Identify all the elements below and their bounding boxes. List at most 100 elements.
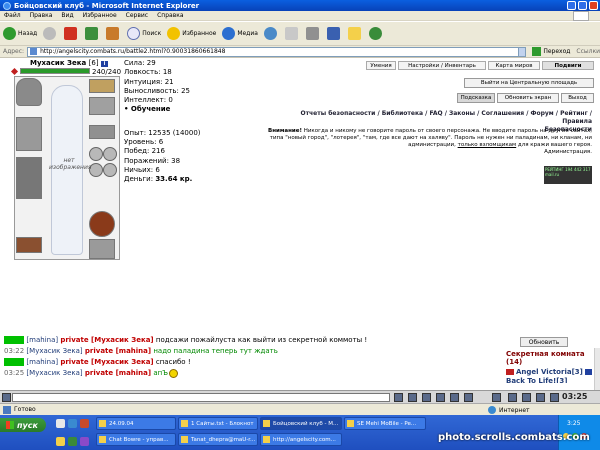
menu-help[interactable]: Справка xyxy=(157,12,183,19)
smiles-icon[interactable] xyxy=(450,393,459,402)
taskbar-item[interactable]: SE Mehi MoBile - Pe... xyxy=(344,417,426,430)
menu-edit[interactable]: Правка xyxy=(30,12,53,19)
sound-icon[interactable] xyxy=(464,393,473,402)
menu-file[interactable]: Файл xyxy=(4,12,21,19)
amulet-slot[interactable] xyxy=(89,79,115,93)
refresh-screen-button[interactable]: Обновить экран xyxy=(497,93,559,103)
rating-counter[interactable]: РЕЙТИНГ 194 442 317 mail.ru xyxy=(544,166,592,184)
taskbar-item[interactable]: http://angelscity.com... xyxy=(260,433,342,446)
taskbar-item[interactable]: Бойцовский клуб - M... xyxy=(260,417,342,430)
room-refresh-button[interactable]: Обновить xyxy=(520,337,568,347)
quicklaunch-icon[interactable] xyxy=(68,419,77,428)
close-button[interactable] xyxy=(589,1,598,10)
chat-nick[interactable]: [mahina] xyxy=(26,358,58,366)
weapon-slot[interactable] xyxy=(16,117,42,151)
menu-view[interactable]: Вид xyxy=(61,12,73,19)
messenger-button[interactable] xyxy=(368,27,384,40)
links-button[interactable]: Ссылки xyxy=(576,48,600,55)
exit-button[interactable]: Выход xyxy=(561,93,594,103)
forward-button[interactable] xyxy=(43,27,58,40)
learning-link[interactable]: • Обучение xyxy=(124,105,201,114)
chat-message: подсажи пожайлуста как выйти из секретно… xyxy=(155,336,368,344)
window-title: Бойцовский клуб - Microsoft Internet Exp… xyxy=(14,1,200,10)
player-name[interactable]: Мухасик Зека xyxy=(30,59,86,67)
favorites-label: Избранное xyxy=(182,30,217,37)
chat-private-target[interactable]: private [mahina] xyxy=(85,369,151,377)
room-scrollbar[interactable] xyxy=(594,348,600,390)
menu-tools[interactable]: Сервис xyxy=(126,12,148,19)
translit-icon[interactable] xyxy=(436,393,445,402)
minimize-button[interactable] xyxy=(567,1,576,10)
chat-input[interactable] xyxy=(12,393,390,402)
tab-world-map[interactable]: Карта миров xyxy=(488,61,540,70)
gloves-slot[interactable] xyxy=(89,97,115,115)
hint-button[interactable]: Подсказка xyxy=(457,93,495,103)
quicklaunch-icon[interactable] xyxy=(80,419,89,428)
quicklaunch-icon[interactable] xyxy=(68,437,77,446)
ring-slot[interactable] xyxy=(103,163,117,177)
go-button[interactable]: Переход xyxy=(532,47,570,56)
site-links-line[interactable]: Отчеты безопасности / Библиотека / FAQ /… xyxy=(300,110,592,126)
boots-slot[interactable] xyxy=(89,239,115,259)
home-button[interactable] xyxy=(106,27,121,40)
maximize-button[interactable] xyxy=(578,1,587,10)
no-image-label: нет изображения xyxy=(49,157,92,171)
history-button[interactable] xyxy=(263,27,279,40)
settings-icon[interactable] xyxy=(492,393,501,402)
chat-option-icon[interactable] xyxy=(522,393,531,402)
clear-icon[interactable] xyxy=(408,393,417,402)
belt-slot[interactable] xyxy=(16,237,42,253)
chat-option-icon[interactable] xyxy=(508,393,517,402)
chat-nick[interactable]: [Мухасик Зека] xyxy=(26,347,82,355)
back-label: Назад xyxy=(18,30,38,37)
address-dropdown-icon[interactable] xyxy=(518,46,527,57)
quicklaunch-icon[interactable] xyxy=(56,419,65,428)
tab-skills[interactable]: Умения xyxy=(366,61,396,70)
room-user[interactable]: Back To Life![3] xyxy=(506,377,568,383)
print-button[interactable] xyxy=(305,27,321,40)
player-info-icon[interactable]: i xyxy=(101,61,109,67)
chat-option-icon[interactable] xyxy=(536,393,545,402)
address-input[interactable]: http://angelscity.combats.ru/battle2.htm… xyxy=(27,46,527,57)
taskbar-item[interactable]: 24.09.04 xyxy=(96,417,176,430)
media-button[interactable]: Медиа xyxy=(222,27,258,40)
user-info-icon[interactable] xyxy=(584,369,592,375)
taskbar-item[interactable]: 1 Сайты.txt - Блокнот xyxy=(178,417,258,430)
filter-icon[interactable] xyxy=(422,393,431,402)
bracer-slot[interactable] xyxy=(89,125,115,139)
chat-option-icon[interactable] xyxy=(550,393,559,402)
ring-slot[interactable] xyxy=(103,147,117,161)
taskbar-item[interactable]: Chat Bоwre - управ... xyxy=(96,433,176,446)
exit-to-square-button[interactable]: Выйти на Центральную площадь xyxy=(464,78,594,88)
taskbar-item[interactable]: Tanat_dhepra@maU-r... xyxy=(178,433,258,446)
quicklaunch-icon[interactable] xyxy=(56,437,65,446)
edit-button[interactable] xyxy=(326,27,342,40)
chat-nick[interactable]: [mahina] xyxy=(26,336,58,344)
stop-button[interactable] xyxy=(64,27,79,40)
back-button[interactable]: Назад xyxy=(3,27,37,40)
chat-private-target[interactable]: private [mahina] xyxy=(85,347,151,355)
favorites-button[interactable]: Избранное xyxy=(167,27,216,40)
chat-private-target[interactable]: private [Мухасик Зека] xyxy=(60,336,153,344)
room-user[interactable]: Angel Victoria[3] xyxy=(506,368,592,376)
room-title: Секретная комната xyxy=(506,350,585,358)
shield-slot[interactable] xyxy=(89,211,115,237)
helmet-slot[interactable] xyxy=(16,78,42,106)
ring-slot[interactable] xyxy=(89,147,103,161)
tab-settings-inventory[interactable]: Настройки / Инвентарь xyxy=(398,61,486,70)
armor-slot[interactable] xyxy=(16,157,42,199)
warning-link[interactable]: только взломщикам xyxy=(458,142,517,148)
mail-button[interactable] xyxy=(284,27,300,40)
quicklaunch-icon[interactable] xyxy=(80,437,89,446)
chat-private-target[interactable]: private [Мухасик Зека] xyxy=(60,358,153,366)
folder-button[interactable] xyxy=(347,27,363,40)
menu-favorites[interactable]: Избранное xyxy=(83,12,117,19)
chat-mode-icon[interactable] xyxy=(2,393,11,402)
start-button[interactable]: пуск xyxy=(0,418,46,432)
search-button[interactable]: Поиск xyxy=(127,27,161,40)
chat-nick[interactable]: [Мухасик Зека] xyxy=(26,369,82,377)
ring-slot[interactable] xyxy=(89,163,103,177)
tab-achievements[interactable]: Подвиги xyxy=(542,61,594,70)
refresh-button[interactable] xyxy=(85,27,100,40)
send-icon[interactable] xyxy=(394,393,403,402)
